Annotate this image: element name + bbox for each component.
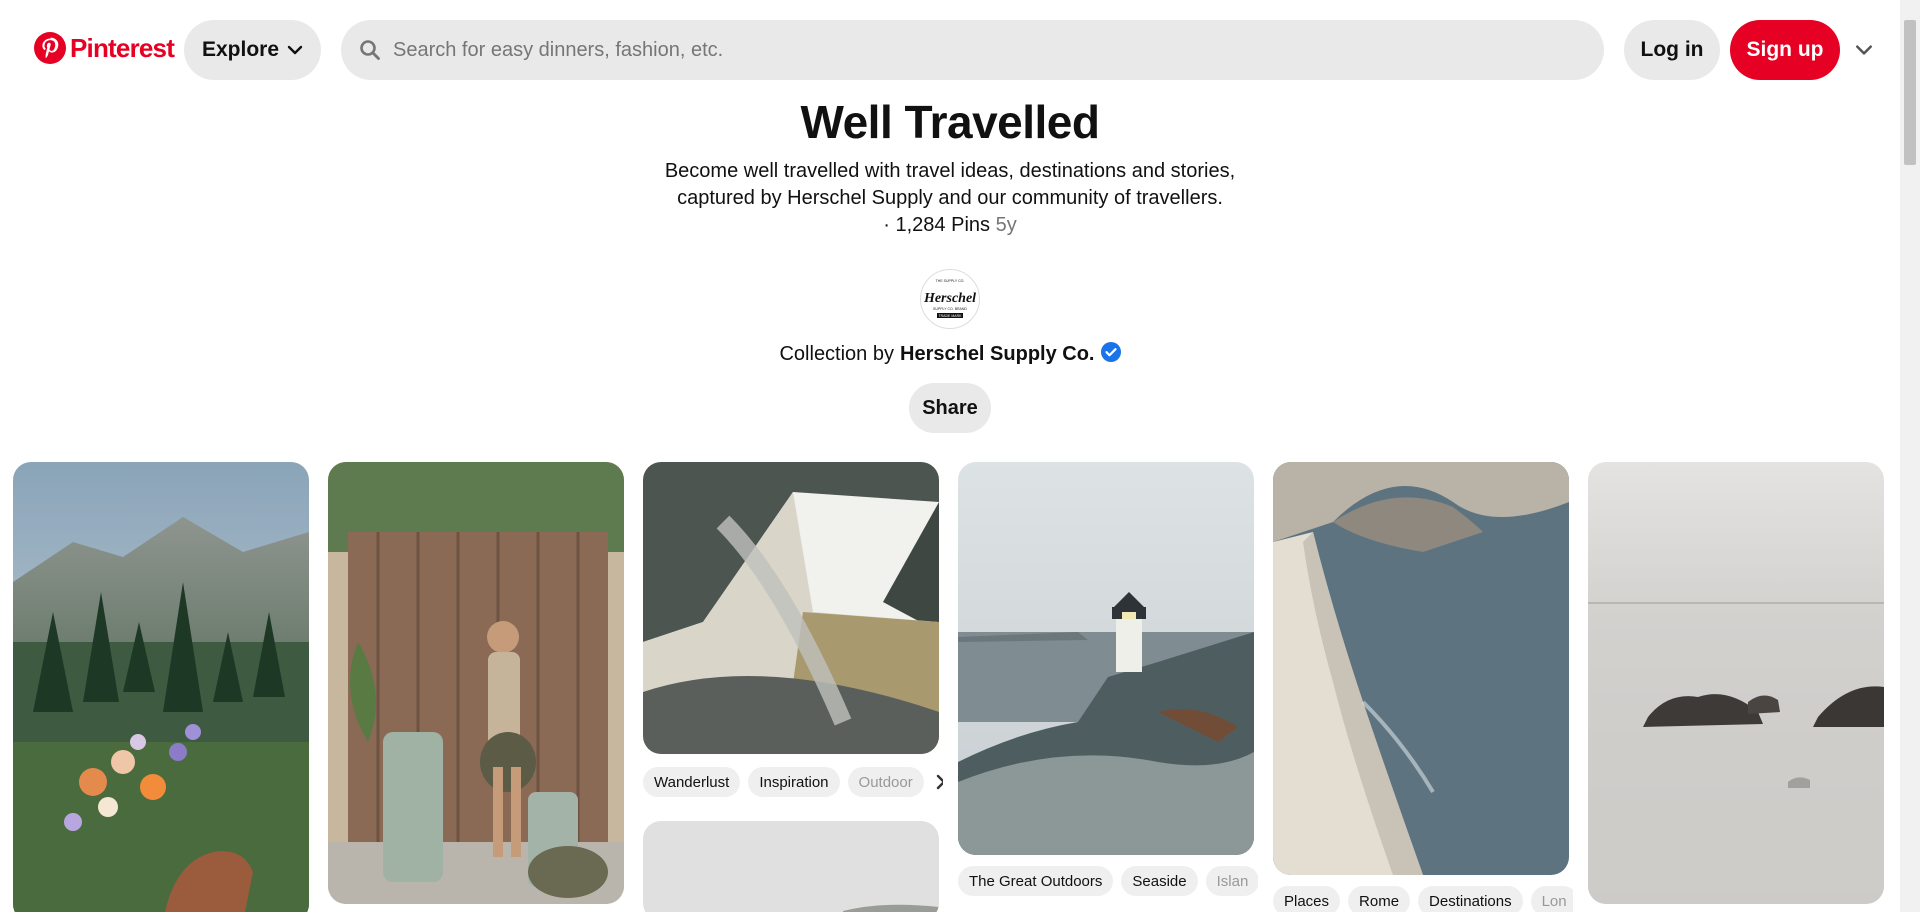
tag-chip[interactable]: Lon <box>1530 886 1573 912</box>
search-input[interactable] <box>393 38 1573 62</box>
svg-text:TRADE MARK: TRADE MARK <box>939 314 963 318</box>
herschel-logo-icon: THE SUPPLY CO. Herschel SUPPLY CO. BRAND… <box>923 279 976 318</box>
collection-prefix: Collection by <box>779 343 894 365</box>
tag-chip[interactable]: Places <box>1273 886 1341 912</box>
board-description-line: captured by Herschel Supply and our comm… <box>677 187 1223 209</box>
pin-image <box>1273 462 1569 875</box>
board-description-line: Become well travelled with travel ideas,… <box>664 160 1236 182</box>
pin-image <box>13 462 309 912</box>
svg-text:SUPPLY CO. BRAND: SUPPLY CO. BRAND <box>933 307 967 311</box>
pin-card[interactable] <box>958 462 1254 855</box>
pin-image <box>643 462 939 754</box>
pinterest-logo-icon <box>34 32 66 64</box>
scrollbar-thumb[interactable] <box>1904 20 1916 165</box>
board-header: Well Travelled Become well travelled wit… <box>0 92 1900 433</box>
board-description: Become well travelled with travel ideas,… <box>0 158 1900 212</box>
avatar-logo-text: Herschel <box>923 291 976 306</box>
search-icon <box>360 40 380 60</box>
owner-name-link[interactable]: Herschel Supply Co. <box>900 343 1095 366</box>
board-title: Well Travelled <box>800 96 1100 148</box>
chevron-right-icon <box>936 774 943 790</box>
pin-card[interactable] <box>643 821 939 912</box>
pin-image <box>328 462 624 904</box>
tag-chip[interactable]: The Great Outdoors <box>958 866 1114 896</box>
tag-chip[interactable]: Islan <box>1205 866 1258 896</box>
pin-card[interactable] <box>1273 462 1569 875</box>
tag-chip[interactable]: Destinations <box>1418 886 1523 912</box>
pin-tags: Places Rome Destinations Lon <box>1273 886 1573 912</box>
pin-card[interactable] <box>643 462 939 754</box>
page-scrollbar[interactable] <box>1900 0 1920 912</box>
pin-image <box>958 462 1254 855</box>
signup-label: Sign up <box>1746 38 1824 61</box>
pin-tags: Wanderlust Inspiration Outdoor <box>643 767 943 797</box>
pins-count: · 1,284 Pins <box>883 214 991 236</box>
search-bar[interactable] <box>341 20 1604 80</box>
board-meta: · 1,284 Pins 5y <box>0 212 1900 239</box>
svg-text:THE SUPPLY CO.: THE SUPPLY CO. <box>936 279 965 283</box>
pin-tags: The Great Outdoors Seaside Islan <box>958 866 1258 896</box>
pin-card[interactable] <box>1588 462 1884 904</box>
verified-badge-icon <box>1100 341 1121 362</box>
explore-label: Explore <box>201 38 280 61</box>
signup-button[interactable]: Sign up <box>1730 20 1840 80</box>
share-button[interactable]: Share <box>909 383 991 433</box>
tags-next-button[interactable] <box>932 767 943 797</box>
tag-chip[interactable]: Seaside <box>1121 866 1198 896</box>
top-nav: Pinterest Explore Log in Sign up <box>0 0 1900 100</box>
brand-name: Pinterest <box>70 32 175 63</box>
tag-chip[interactable]: Inspiration <box>748 767 840 797</box>
more-options-button[interactable] <box>1848 34 1880 66</box>
share-label: Share <box>922 396 978 419</box>
owner-avatar[interactable]: THE SUPPLY CO. Herschel SUPPLY CO. BRAND… <box>920 269 980 329</box>
board-age: 5y <box>995 214 1017 236</box>
pin-image <box>1588 462 1884 904</box>
tag-chip[interactable]: Rome <box>1348 886 1411 912</box>
login-label: Log in <box>1640 38 1704 61</box>
tag-chip[interactable]: Wanderlust <box>643 767 741 797</box>
pin-card[interactable] <box>13 462 309 912</box>
tag-chip[interactable]: Outdoor <box>847 767 924 797</box>
login-button[interactable]: Log in <box>1624 20 1720 80</box>
explore-button[interactable]: Explore <box>184 20 321 80</box>
chevron-down-icon <box>1856 45 1872 55</box>
pin-image <box>643 821 939 912</box>
chevron-down-icon <box>287 45 303 55</box>
collection-owner: Collection by Herschel Supply Co. <box>0 341 1900 366</box>
pinterest-logo[interactable]: Pinterest <box>34 32 175 64</box>
pin-card[interactable] <box>328 462 624 904</box>
